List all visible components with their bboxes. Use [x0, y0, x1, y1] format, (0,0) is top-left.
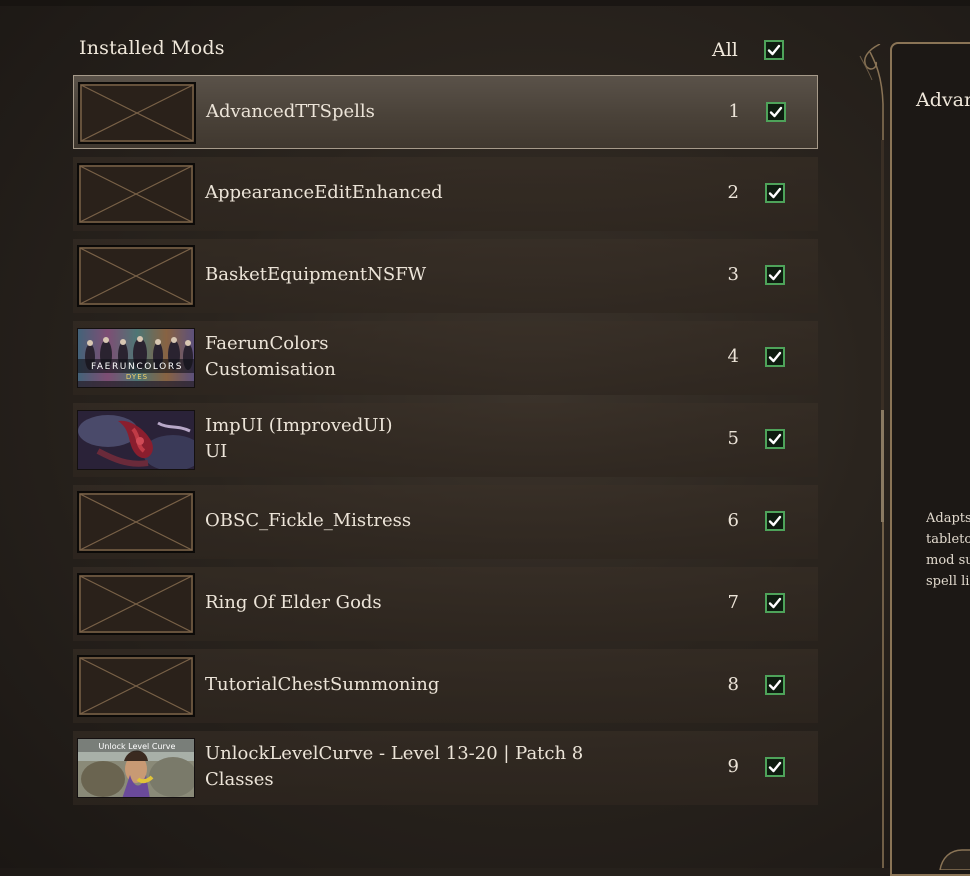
- mod-name: TutorialChestSummoning: [205, 674, 440, 695]
- mod-name: AppearanceEditEnhanced: [205, 182, 443, 203]
- mod-detail-panel: Advan Adapts tableto mod su spell lis: [890, 42, 970, 876]
- mod-enable-checkbox[interactable]: [765, 593, 785, 613]
- mod-thumbnail-placeholder: [77, 245, 195, 307]
- select-all-label: All: [712, 39, 738, 61]
- checkmark-icon: [769, 106, 783, 118]
- mod-load-order: 3: [727, 264, 739, 285]
- mod-list-header: Installed Mods All: [78, 32, 818, 68]
- mod-enable-checkbox[interactable]: [765, 347, 785, 367]
- mod-thumbnail-placeholder: [77, 655, 195, 717]
- unlocklevelcurve-art-image: Unlock Level Curve: [78, 739, 194, 797]
- mod-load-order: 4: [727, 346, 739, 367]
- mod-row[interactable]: TutorialChestSummoning 8: [73, 649, 818, 723]
- faeruncolors-banner-image: FAERUNCOLORS DYES: [78, 329, 194, 387]
- mod-name: ImpUI (ImprovedUI): [205, 415, 393, 436]
- impui-art-image: [78, 411, 194, 469]
- mod-name: UnlockLevelCurve - Level 13-20 | Patch 8: [205, 743, 584, 764]
- mod-load-order: 6: [727, 510, 739, 531]
- mod-category: UI: [205, 441, 228, 462]
- mod-enable-checkbox[interactable]: [765, 265, 785, 285]
- detail-description-line: spell lis: [926, 574, 970, 589]
- mod-category: Customisation: [205, 359, 336, 380]
- mod-category: Classes: [205, 769, 274, 790]
- detail-title: Advan: [916, 89, 970, 111]
- checkmark-icon: [768, 597, 782, 609]
- faeruncolors-logo-text: FAERUNCOLORS: [91, 362, 183, 372]
- list-title: Installed Mods: [79, 37, 225, 59]
- detail-description-line: mod su: [926, 553, 970, 568]
- mod-enable-checkbox[interactable]: [765, 429, 785, 449]
- mod-thumbnail-placeholder: [77, 573, 195, 635]
- mod-thumbnail-unlocklevelcurve: Unlock Level Curve: [77, 738, 195, 798]
- mod-enable-checkbox[interactable]: [765, 183, 785, 203]
- mod-load-order: 5: [727, 428, 739, 449]
- mod-name: FaerunColors: [205, 333, 329, 354]
- checkmark-icon: [767, 44, 781, 56]
- mod-enable-checkbox[interactable]: [765, 511, 785, 531]
- mod-row[interactable]: BasketEquipmentNSFW 3: [73, 239, 818, 313]
- checkmark-icon: [768, 187, 782, 199]
- placeholder-cross-icon: [79, 575, 193, 633]
- checkmark-icon: [768, 515, 782, 527]
- scrollbar-track[interactable]: [881, 140, 884, 522]
- mod-thumbnail-impui: [77, 410, 195, 470]
- mod-row[interactable]: Unlock Level Curve UnlockLevelCurve - Le…: [73, 731, 818, 805]
- mod-load-order: 8: [727, 674, 739, 695]
- checkmark-icon: [768, 433, 782, 445]
- faeruncolors-logo-subtext: DYES: [126, 373, 148, 381]
- mod-row[interactable]: OBSC_Fickle_Mistress 6: [73, 485, 818, 559]
- top-shade: [0, 0, 970, 6]
- mod-name: OBSC_Fickle_Mistress: [205, 510, 412, 531]
- scrollbar-thumb[interactable]: [881, 410, 884, 522]
- mod-row[interactable]: ImpUI (ImprovedUI) UI 5: [73, 403, 818, 477]
- checkmark-icon: [768, 761, 782, 773]
- detail-description-line: tableto: [926, 532, 970, 547]
- mod-row[interactable]: FAERUNCOLORS DYES FaerunColors Customisa…: [73, 321, 818, 395]
- mod-row[interactable]: AppearanceEditEnhanced 2: [73, 157, 818, 231]
- mod-enable-checkbox[interactable]: [766, 102, 786, 122]
- mod-name: AdvancedTTSpells: [206, 101, 375, 122]
- mod-load-order: 1: [728, 101, 740, 122]
- mod-row[interactable]: Ring Of Elder Gods 7: [73, 567, 818, 641]
- mod-load-order: 9: [727, 756, 739, 777]
- select-all-checkbox[interactable]: [764, 40, 784, 60]
- mod-load-order: 7: [727, 592, 739, 613]
- mod-thumbnail-placeholder: [77, 491, 195, 553]
- placeholder-cross-icon: [79, 165, 193, 223]
- mod-thumbnail-placeholder: [77, 163, 195, 225]
- placeholder-cross-icon: [79, 493, 193, 551]
- detail-description: Adapts tableto mod su spell lis: [926, 508, 970, 592]
- mod-name: Ring Of Elder Gods: [205, 592, 382, 613]
- mod-thumbnail-faeruncolors: FAERUNCOLORS DYES: [77, 328, 195, 388]
- placeholder-cross-icon: [79, 247, 193, 305]
- checkmark-icon: [768, 351, 782, 363]
- mod-row[interactable]: AdvancedTTSpells 1: [73, 75, 818, 149]
- placeholder-cross-icon: [80, 84, 194, 142]
- checkmark-icon: [768, 269, 782, 281]
- mod-thumbnail-placeholder: [78, 82, 196, 144]
- mod-name: BasketEquipmentNSFW: [205, 264, 427, 285]
- corner-ornament-icon: [939, 849, 970, 870]
- mod-list: AdvancedTTSpells 1 AppearanceEditEnhance…: [73, 75, 818, 813]
- mod-load-order: 2: [727, 182, 739, 203]
- placeholder-cross-icon: [79, 657, 193, 715]
- mod-enable-checkbox[interactable]: [765, 757, 785, 777]
- unlocklevelcurve-logo-text: Unlock Level Curve: [99, 742, 176, 751]
- detail-description-line: Adapts: [926, 511, 970, 526]
- mod-enable-checkbox[interactable]: [765, 675, 785, 695]
- checkmark-icon: [768, 679, 782, 691]
